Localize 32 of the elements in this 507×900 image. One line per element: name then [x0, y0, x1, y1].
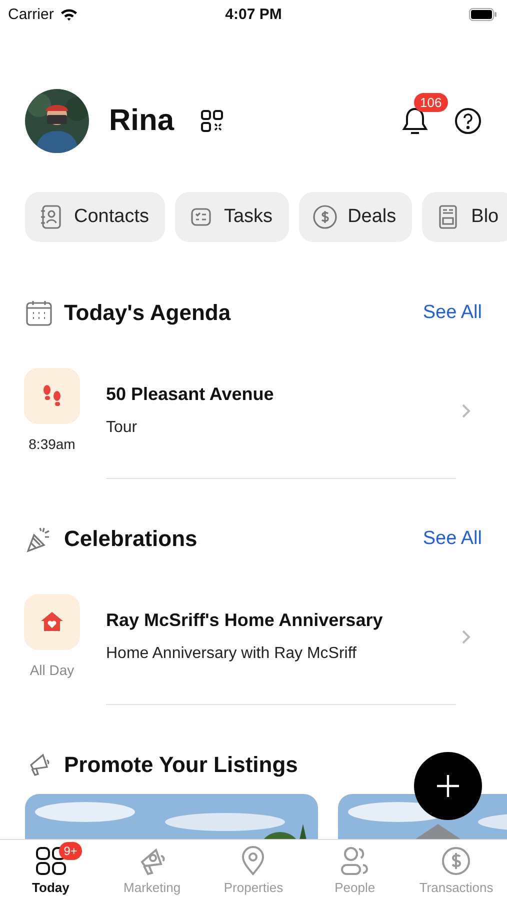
help-icon[interactable] [454, 107, 482, 135]
see-all-link[interactable]: See All [422, 302, 482, 324]
qr-code-icon[interactable] [200, 109, 224, 133]
carrier-label: Carrier [8, 6, 54, 22]
user-name: Rina [109, 104, 174, 138]
shortcut-chip[interactable]: Contacts [25, 192, 165, 242]
dollar-icon [312, 204, 338, 230]
event-title[interactable]: Ray McSriff's Home Anniversary [106, 610, 461, 631]
section-title: Today's Agenda [64, 300, 231, 326]
battery-icon [469, 8, 497, 20]
calendar-icon [25, 299, 53, 327]
see-all-link[interactable]: See All [422, 528, 482, 550]
plus-icon [435, 773, 461, 799]
section-title: Celebrations [64, 526, 198, 552]
event-title[interactable]: 50 Pleasant Avenue [106, 384, 461, 405]
shortcut-chip[interactable]: Blo [422, 192, 507, 242]
section-title: Promote Your Listings [64, 752, 298, 778]
notification-badge: 106 [414, 93, 448, 112]
dollar-icon [440, 845, 472, 877]
event-time: 8:39am [28, 436, 76, 452]
event-subtitle: Home Anniversary with Ray McSriff [106, 645, 358, 663]
event-time: All Day [30, 662, 74, 678]
count-badge: 9+ [58, 842, 82, 860]
shortcut-chip[interactable]: Tasks [174, 192, 289, 242]
people-icon [338, 845, 371, 877]
tab-bar-item[interactable]: 9+ Today [0, 840, 102, 900]
footprints-icon [24, 368, 80, 424]
event-subtitle: Tour [106, 419, 138, 437]
contact-book-icon [38, 204, 64, 230]
wifi-icon [60, 8, 78, 20]
shortcut-chip[interactable]: Deals [298, 192, 412, 242]
status-time: 4:07 PM [225, 6, 282, 22]
